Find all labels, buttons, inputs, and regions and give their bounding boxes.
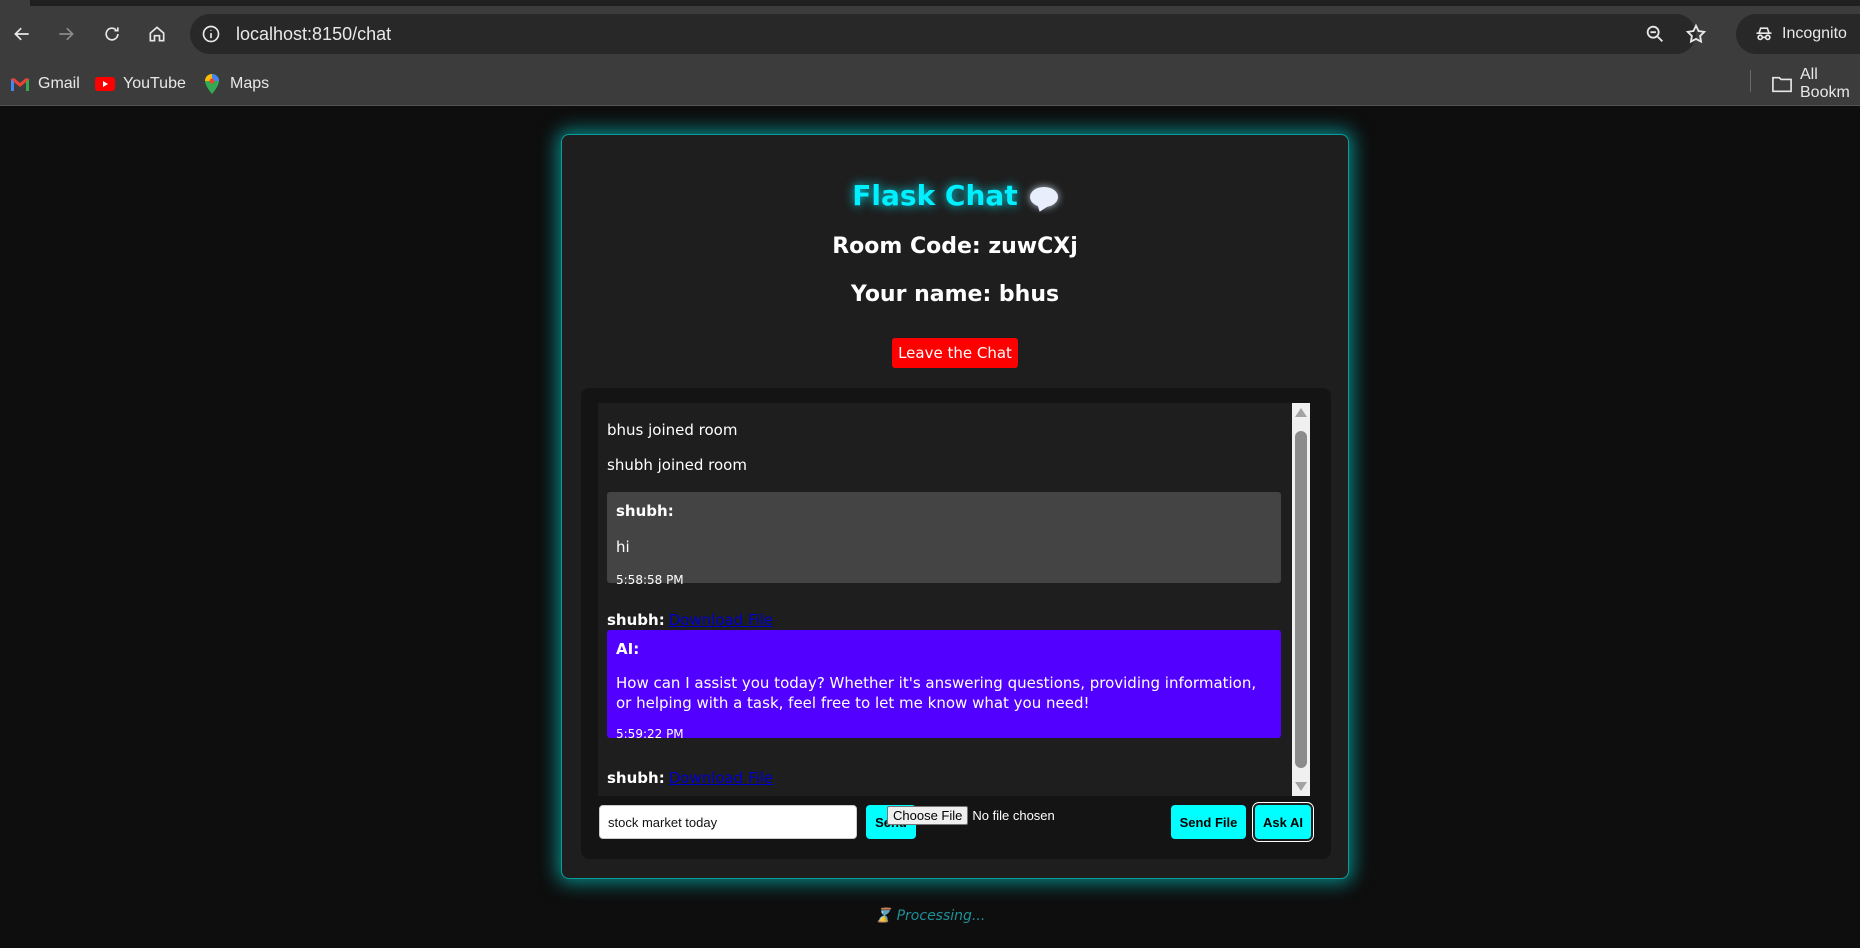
messages-scrollbar[interactable]	[1292, 403, 1310, 796]
system-message: bhus joined room	[607, 421, 738, 439]
processing-indicator: ⌛ Processing...	[0, 908, 1860, 924]
tab-strip	[0, 0, 1860, 6]
file-message: shubh: Download File	[607, 769, 773, 787]
ask-ai-button[interactable]: Ask AI	[1255, 805, 1311, 839]
message-text: How can I assist you today? Whether it's…	[616, 674, 1257, 712]
message-time: 5:59:22 PM	[616, 727, 684, 741]
download-file-link[interactable]: Download File	[669, 769, 773, 787]
all-bookmarks[interactable]: All Bookm	[1772, 66, 1860, 101]
bookmark-youtube[interactable]: YouTube	[95, 72, 186, 96]
bookmark-label: Maps	[230, 75, 270, 92]
hourglass-icon: ⌛	[874, 908, 893, 924]
choose-file-button[interactable]: Choose File	[887, 805, 969, 825]
download-file-link[interactable]: Download File	[669, 611, 773, 629]
file-chooser[interactable]: Choose File No file chosen	[887, 805, 1055, 825]
room-code: Room Code: zuwCXj	[832, 234, 1078, 259]
message-input[interactable]: stock market today	[599, 805, 857, 839]
bookmark-gmail[interactable]: Gmail	[10, 72, 80, 96]
youtube-icon	[95, 74, 115, 94]
your-name: Your name: bhus	[850, 282, 1060, 307]
maps-pin-icon	[202, 74, 222, 94]
gmail-icon	[10, 74, 30, 94]
scroll-thumb[interactable]	[1295, 431, 1307, 768]
all-bookmarks-label: All Bookm	[1800, 66, 1850, 101]
messages-list[interactable]: bhus joined room shubh joined room shubh…	[598, 403, 1310, 796]
processing-text: Processing...	[896, 908, 986, 924]
folder-icon	[1772, 74, 1792, 94]
zoom-icon[interactable]	[1643, 22, 1667, 46]
scroll-up-icon[interactable]	[1295, 408, 1307, 417]
scroll-down-icon[interactable]	[1295, 782, 1307, 791]
star-icon[interactable]	[1684, 22, 1708, 46]
incognito-icon	[1756, 27, 1772, 41]
app-title-text: Flask Chat	[852, 179, 1018, 212]
url-text: localhost:8150/chat	[236, 23, 392, 44]
file-sender: shubh:	[607, 611, 665, 629]
system-message: shubh joined room	[607, 456, 747, 474]
chat-panel: bhus joined room shubh joined room shubh…	[581, 388, 1331, 859]
app-title: Flask Chat	[562, 179, 1348, 212]
message-sender: AI:	[616, 640, 640, 658]
chat-container: Flask Chat Room Code: zuwCXj Your name: …	[561, 134, 1349, 879]
bookmark-label: YouTube	[123, 75, 186, 92]
address-bar[interactable]: localhost:8150/chat	[190, 14, 1696, 54]
bookmark-label: Gmail	[38, 75, 80, 92]
home-icon[interactable]	[141, 18, 173, 50]
chat-message-ai: AI: How can I assist you today? Whether …	[607, 630, 1281, 741]
file-sender: shubh:	[607, 769, 665, 787]
file-message: shubh: Download File	[607, 611, 773, 629]
reload-icon[interactable]	[96, 18, 128, 50]
incognito-indicator[interactable]: Incognito	[1736, 14, 1860, 54]
no-file-text: No file chosen	[972, 807, 1055, 823]
bookmarks-bar: Gmail YouTube Maps All Bookm	[0, 62, 1860, 106]
speech-bubble-icon	[1029, 187, 1058, 207]
browser-toolbar: localhost:8150/chat Incognito	[0, 0, 1860, 62]
bookmark-maps[interactable]: Maps	[202, 72, 269, 96]
forward-icon[interactable]	[50, 18, 82, 50]
message-sender: shubh:	[616, 502, 674, 520]
bookmarks-separator	[1750, 70, 1751, 92]
leave-chat-button[interactable]: Leave the Chat	[892, 338, 1018, 368]
message-time: 5:58:58 PM	[616, 573, 684, 587]
site-info-icon[interactable]	[200, 23, 222, 45]
active-tab[interactable]	[0, 0, 30, 6]
back-icon[interactable]	[6, 18, 38, 50]
message-controls: stock market today Send Choose File No f…	[581, 805, 1331, 845]
incognito-label: Incognito	[1782, 25, 1847, 42]
send-file-button[interactable]: Send File	[1171, 805, 1246, 839]
chat-message-user: shubh: hi 5:58:58 PM	[607, 492, 1281, 587]
message-text: hi	[616, 538, 630, 556]
